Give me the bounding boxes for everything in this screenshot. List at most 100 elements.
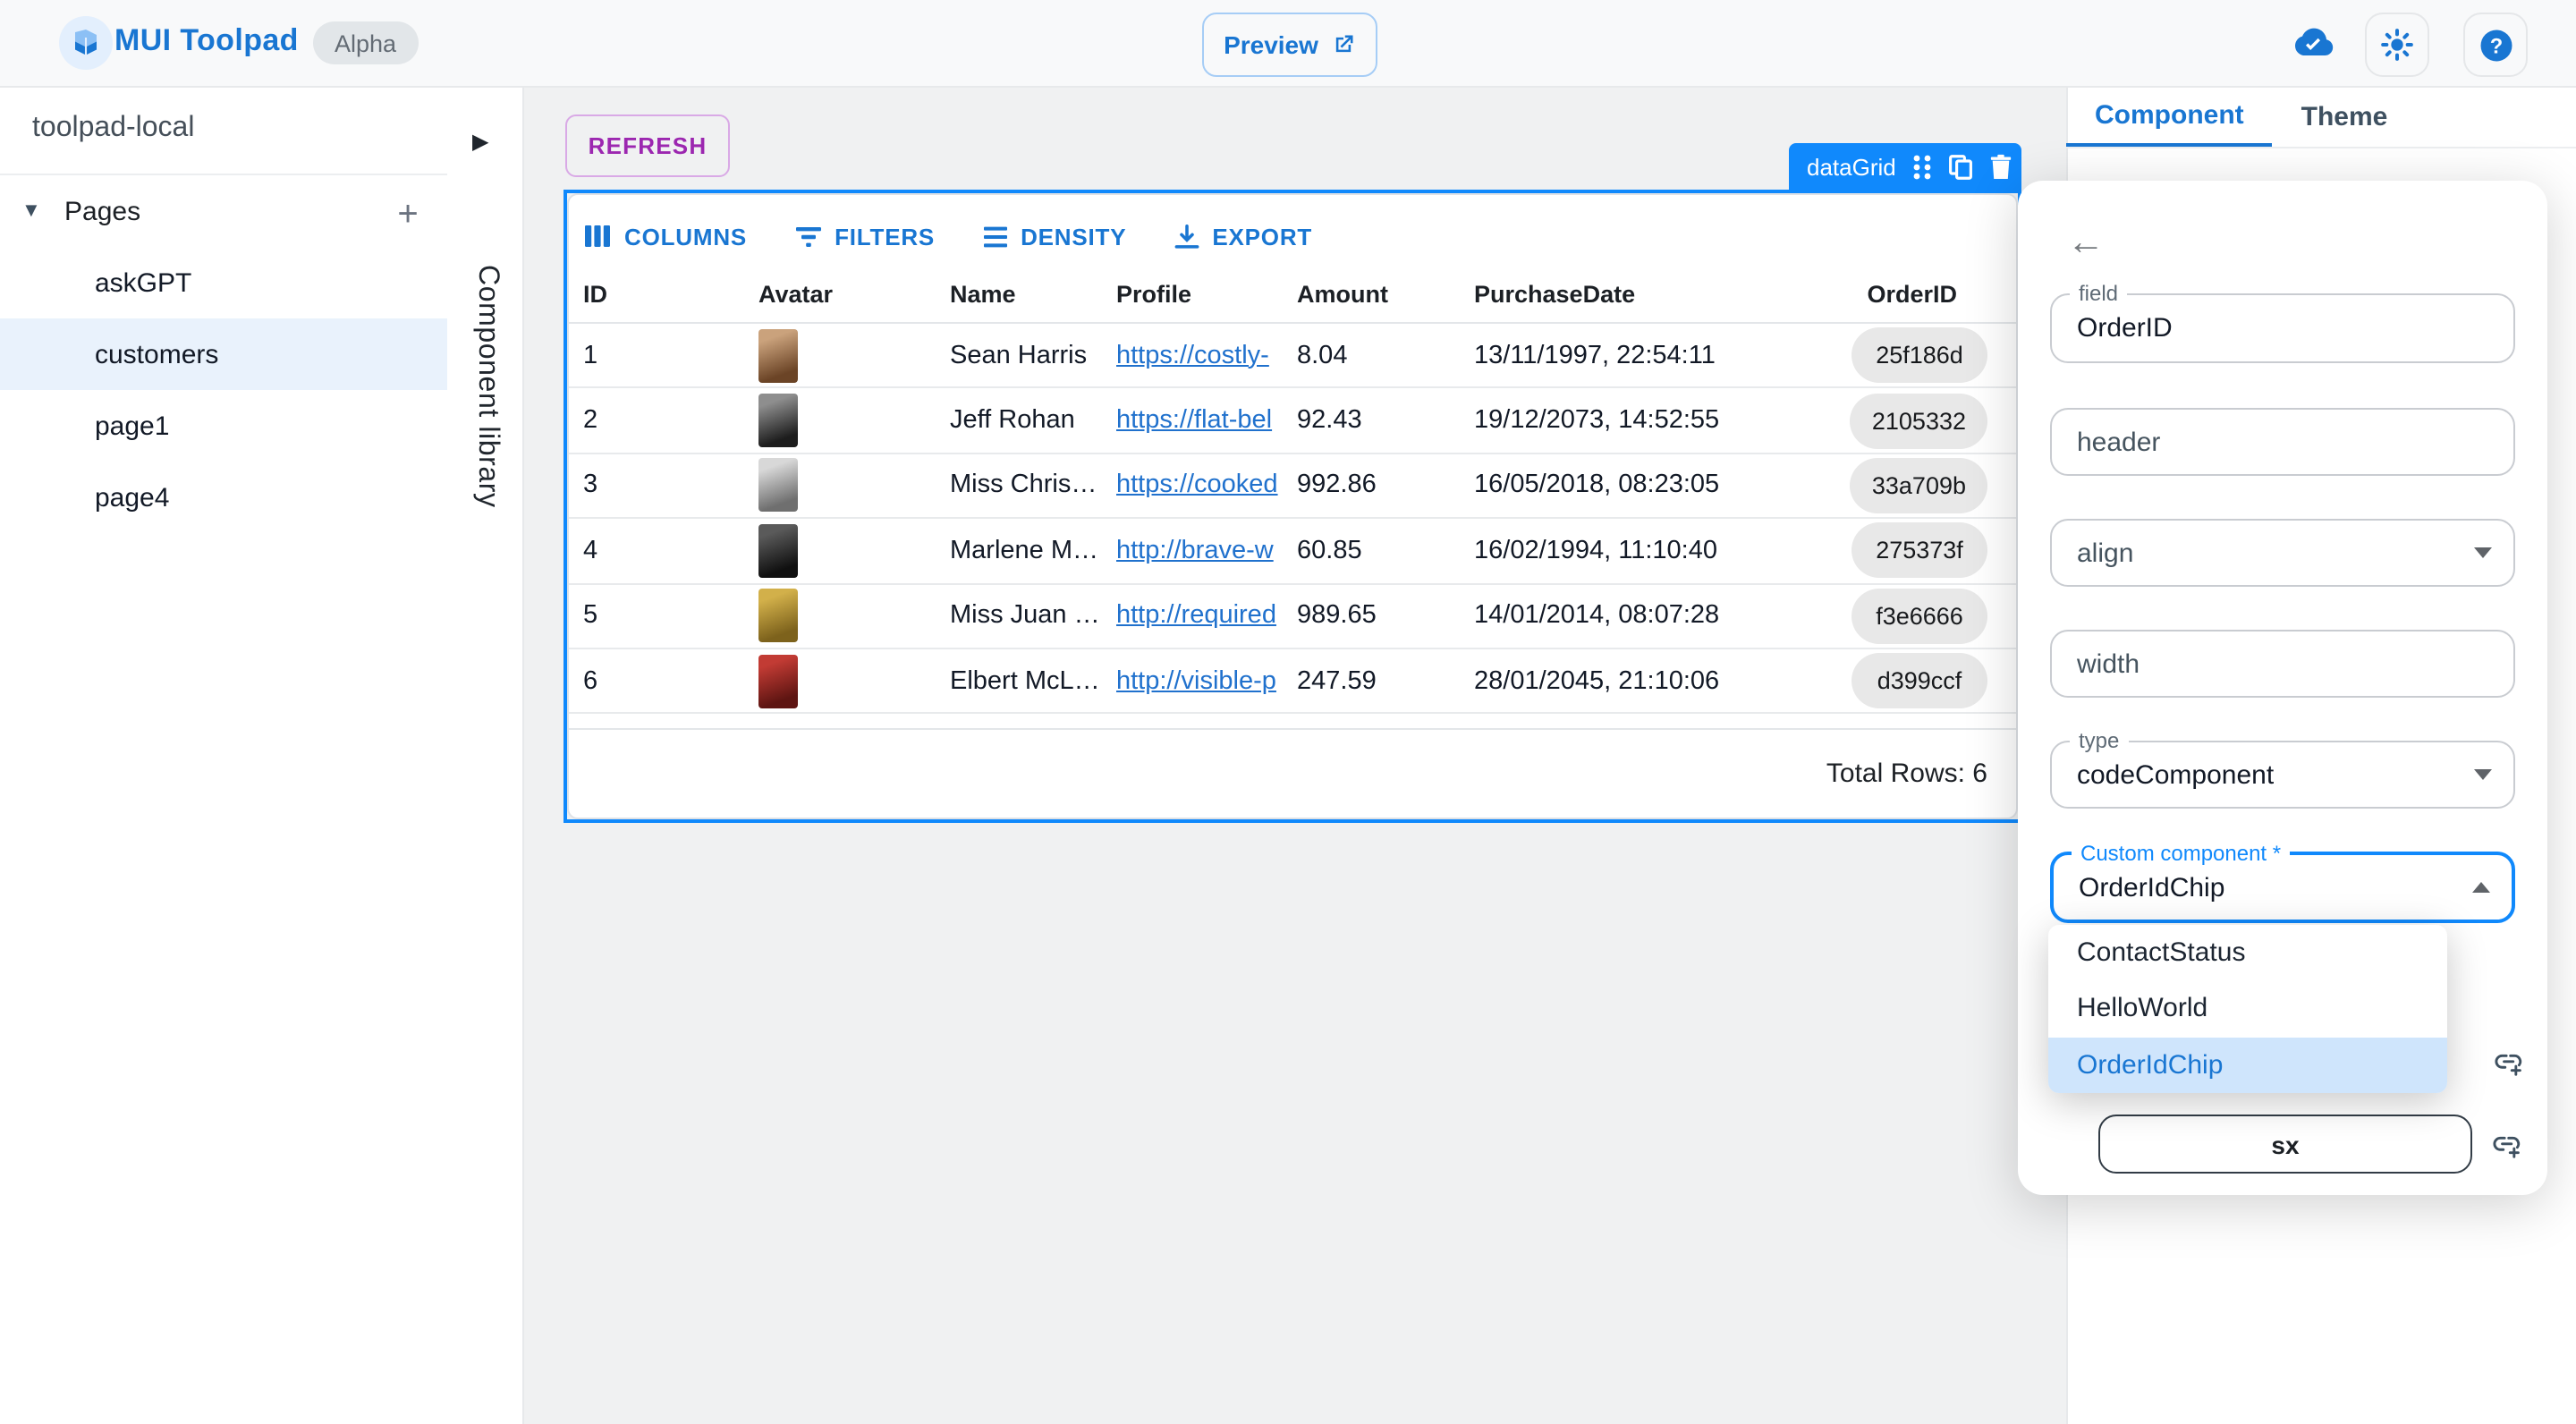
page-label: askGPT <box>95 267 191 298</box>
profile-link[interactable]: http://required <box>1116 602 1276 631</box>
option-HelloWorld[interactable]: HelloWorld <box>2048 981 2447 1038</box>
cell-amount: 992.86 <box>1297 471 1474 500</box>
column-header-profile[interactable]: Profile <box>1116 280 1297 307</box>
add-page-button[interactable]: + <box>383 190 433 240</box>
grid-rows: 1Sean Harrishttps://costly-8.0413/11/199… <box>569 324 2016 715</box>
table-row[interactable]: 1Sean Harrishttps://costly-8.0413/11/199… <box>569 324 2016 389</box>
grid-toolbar-columns-button[interactable]: COLUMNS <box>583 223 747 250</box>
option-ContactStatus[interactable]: ContactStatus <box>2048 925 2447 981</box>
column-header-amount[interactable]: Amount <box>1297 280 1474 307</box>
chevron-up-icon <box>2472 882 2490 893</box>
data-grid: COLUMNS FILTERS DENSITY EXPORT IDAvatarName… <box>567 193 2018 819</box>
header-input[interactable]: header <box>2050 408 2515 476</box>
chevron-down-icon <box>2474 769 2492 780</box>
pages-collapse-icon[interactable]: ▼ <box>21 200 41 222</box>
toolbar-button-label: EXPORT <box>1212 223 1312 250</box>
option-OrderIdChip[interactable]: OrderIdChip <box>2048 1037 2447 1093</box>
profile-link[interactable]: http://visible-p <box>1116 666 1276 695</box>
avatar <box>758 654 798 708</box>
grid-toolbar: COLUMNS FILTERS DENSITY EXPORT <box>583 209 1312 263</box>
cell-purchaseDate: 19/12/2073, 14:52:55 <box>1474 406 1760 435</box>
cell-id: 2 <box>583 406 758 435</box>
sidebar-page-page1[interactable]: page1 <box>0 391 447 462</box>
delete-icon[interactable] <box>1989 154 2012 181</box>
custom-component-label: Custom component * <box>2072 841 2290 868</box>
order-id-chip: 2105332 <box>1851 393 1987 448</box>
cell-orderId: 25f186d <box>1760 327 2011 383</box>
sidebar-page-askGPT[interactable]: askGPT <box>0 247 447 318</box>
profile-link[interactable]: https://costly- <box>1116 341 1269 369</box>
column-header-purchaseDate[interactable]: PurchaseDate <box>1474 280 1760 307</box>
grid-toolbar-filters-button[interactable]: FILTERS <box>793 223 935 250</box>
cell-avatar <box>758 394 950 447</box>
add-binding-icon[interactable] <box>2488 1127 2524 1163</box>
cell-name: Elbert McL… <box>950 666 1116 695</box>
grid-toolbar-density-button[interactable]: DENSITY <box>981 223 1126 250</box>
grid-toolbar-export-button[interactable]: EXPORT <box>1173 223 1312 250</box>
sidebar-page-page4[interactable]: page4 <box>0 463 447 535</box>
cell-id: 3 <box>583 471 758 500</box>
component-library-label: Component library <box>470 265 503 508</box>
drag-handle-icon[interactable] <box>1912 154 1932 181</box>
toolbar-button-label: FILTERS <box>835 223 935 250</box>
avatar <box>758 459 798 513</box>
column-header-name[interactable]: Name <box>950 280 1116 307</box>
brightness-icon <box>2379 27 2415 63</box>
type-select-value: codeComponent <box>2077 759 2274 790</box>
profile-link[interactable]: https://flat-bel <box>1116 406 1272 435</box>
project-name: toolpad-local <box>32 113 194 145</box>
brightness-toggle-button[interactable] <box>2365 13 2429 77</box>
duplicate-icon[interactable] <box>1948 154 1973 181</box>
cell-orderId: 2105332 <box>1760 393 2011 448</box>
column-header-id[interactable]: ID <box>583 280 758 307</box>
cell-orderId: f3e6666 <box>1760 589 2011 644</box>
table-row[interactable]: 5Miss Juan …http://required989.6514/01/2… <box>569 584 2016 649</box>
cell-name: Marlene M… <box>950 537 1116 565</box>
cell-profile: https://flat-bel <box>1116 406 1297 435</box>
density-icon <box>981 225 1008 248</box>
table-row[interactable]: 6Elbert McL…http://visible-p247.5928/01/… <box>569 649 2016 715</box>
cell-orderId: 275373f <box>1760 523 2011 579</box>
field-input-label: field <box>2070 281 2127 308</box>
cell-name: Sean Harris <box>950 341 1116 369</box>
cell-profile: https://cooked <box>1116 471 1297 500</box>
grid-header-row: IDAvatarNameProfileAmountPurchaseDateOrd… <box>569 265 2016 324</box>
page-label: customers <box>95 340 218 370</box>
refresh-button[interactable]: REFRESH <box>565 114 730 177</box>
total-rows-label: Total Rows: 6 <box>1826 759 1987 789</box>
cell-amount: 247.59 <box>1297 666 1474 695</box>
tab-theme[interactable]: Theme <box>2273 86 2417 147</box>
order-id-chip: d399ccf <box>1852 653 1987 708</box>
cell-avatar <box>758 328 950 382</box>
tab-component[interactable]: Component <box>2066 86 2273 147</box>
preview-button[interactable]: Preview <box>1202 13 1377 77</box>
order-id-chip: 275373f <box>1852 523 1987 579</box>
avatar <box>758 328 798 382</box>
custom-component-select[interactable]: Custom component * OrderIdChip <box>2050 852 2515 923</box>
type-select-label: type <box>2070 728 2128 755</box>
help-button[interactable]: ? <box>2463 13 2528 77</box>
back-button[interactable]: ← <box>2061 218 2111 268</box>
selected-node-chip[interactable]: dataGrid <box>1789 143 2021 191</box>
width-input[interactable]: width <box>2050 630 2515 698</box>
cell-avatar <box>758 654 950 708</box>
add-binding-icon[interactable] <box>2490 1045 2526 1081</box>
table-row[interactable]: 3Miss Chris…https://cooked992.8616/05/20… <box>569 454 2016 520</box>
cell-orderId: 33a709b <box>1760 458 2011 513</box>
table-row[interactable]: 2Jeff Rohanhttps://flat-bel92.4319/12/20… <box>569 389 2016 454</box>
type-select[interactable]: type codeComponent <box>2050 741 2515 809</box>
cell-profile: http://brave-w <box>1116 537 1297 565</box>
sx-button[interactable]: sx <box>2098 1115 2472 1174</box>
profile-link[interactable]: https://cooked <box>1116 471 1278 500</box>
column-header-orderId[interactable]: OrderID <box>1760 280 2011 307</box>
table-row[interactable]: 4Marlene M…http://brave-w60.8516/02/1994… <box>569 519 2016 584</box>
profile-link[interactable]: http://brave-w <box>1116 537 1274 565</box>
avatar <box>758 394 798 447</box>
field-input[interactable]: field OrderID <box>2050 293 2515 363</box>
sidebar-page-customers[interactable]: customers <box>0 319 447 391</box>
selected-node-label: dataGrid <box>1807 154 1896 181</box>
cell-avatar <box>758 459 950 513</box>
column-header-avatar[interactable]: Avatar <box>758 280 950 307</box>
align-select[interactable]: align <box>2050 519 2515 587</box>
mui-toolpad-logo-icon <box>59 16 113 70</box>
